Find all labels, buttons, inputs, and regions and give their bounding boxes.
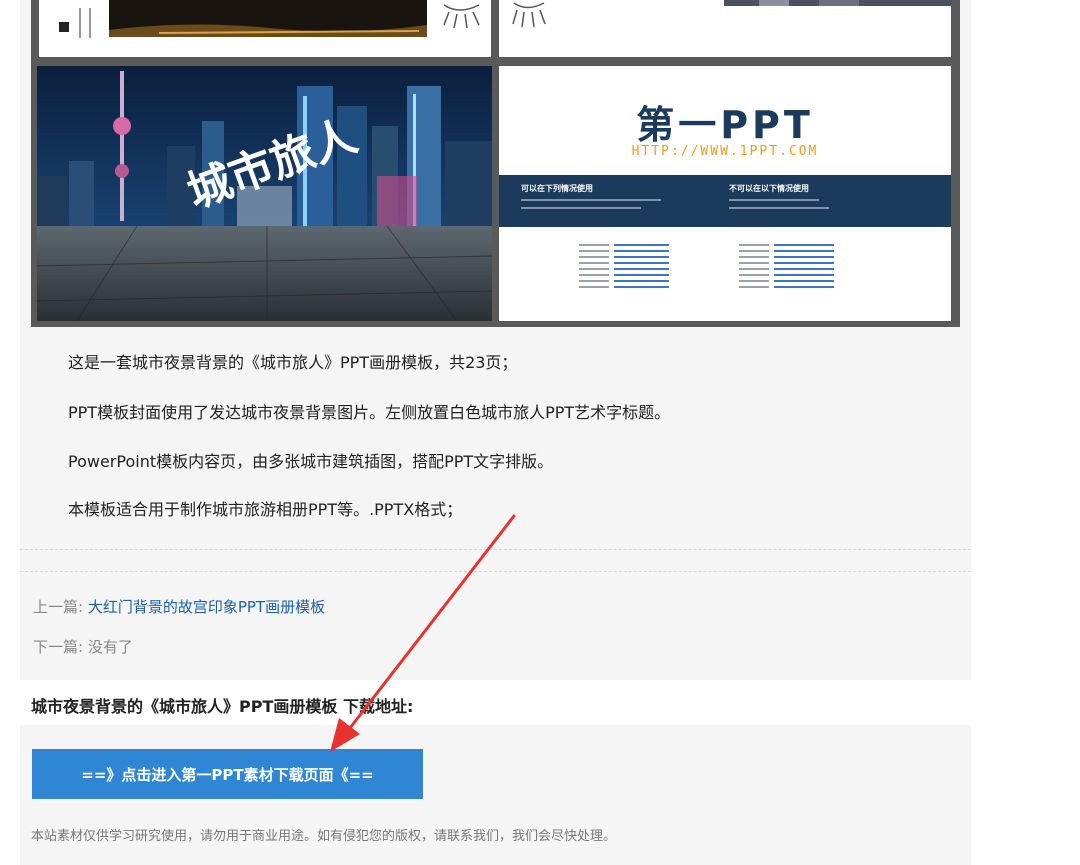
prev-article: 上一篇: 大红门背景的故宫印象PPT画册模板 bbox=[33, 596, 325, 617]
banner-left-title: 可以在下列情况使用 bbox=[521, 184, 593, 193]
brand-logo-text: 第一PPT bbox=[636, 103, 814, 147]
banner-right-line bbox=[729, 207, 829, 209]
description-line: PPT模板封面使用了发达城市夜景背景图片。左侧放置白色城市旅人PPT艺术字标题。 bbox=[68, 403, 671, 422]
download-title: 城市夜景背景的《城市旅人》PPT画册模板 下载地址: bbox=[31, 697, 414, 716]
divider bbox=[20, 549, 971, 550]
template-preview-gallery: 城市旅人 第一PPT HTTP://WWW.1PPT.COM 可以在下列情况使用… bbox=[31, 0, 960, 327]
banner-left-line bbox=[521, 207, 641, 209]
preview-slide-brand[interactable]: 第一PPT HTTP://WWW.1PPT.COM 可以在下列情况使用 不可以在… bbox=[499, 66, 951, 321]
preview-slide-photo-collage[interactable] bbox=[499, 0, 951, 57]
next-label: 下一篇: bbox=[33, 638, 84, 656]
copyright-disclaimer: 本站素材仅供学习研究使用，请勿用于商业用途。如有侵犯您的版权，请联系我们，我们会… bbox=[31, 829, 617, 844]
description-line: 这是一套城市夜景背景的《城市旅人》PPT画册模板，共23页； bbox=[68, 353, 518, 372]
brand-usage-banner: 可以在下列情况使用 不可以在以下情况使用 bbox=[499, 175, 951, 227]
prev-article-link[interactable]: 大红门背景的故宫印象PPT画册模板 bbox=[88, 598, 325, 616]
next-article: 下一篇: 没有了 bbox=[33, 636, 133, 657]
brand-link-list bbox=[579, 244, 834, 288]
prev-label: 上一篇: bbox=[33, 598, 84, 616]
description-line: PowerPoint模板内容页，由多张城市建筑插图，搭配PPT文字排版。 bbox=[68, 452, 554, 471]
preview-slide-cover[interactable]: 城市旅人 bbox=[37, 66, 492, 321]
next-article-text: 没有了 bbox=[87, 638, 133, 656]
download-page-button[interactable]: ==》点击进入第一PPT素材下载页面《== bbox=[32, 749, 423, 799]
banner-right-line bbox=[729, 199, 819, 201]
description-line: 本模板适合用于制作城市旅游相册PPT等。.PPTX格式； bbox=[68, 500, 463, 519]
banner-right-title: 不可以在以下情况使用 bbox=[729, 184, 809, 193]
night-river-illustration bbox=[39, 0, 491, 57]
banner-left-line bbox=[521, 199, 661, 201]
preview-slide-night-river[interactable] bbox=[39, 0, 491, 57]
city-night-cover: 城市旅人 bbox=[37, 66, 492, 321]
divider bbox=[20, 571, 971, 572]
brand-url: HTTP://WWW.1PPT.COM bbox=[631, 144, 819, 159]
photo-collage-illustration bbox=[499, 0, 951, 57]
